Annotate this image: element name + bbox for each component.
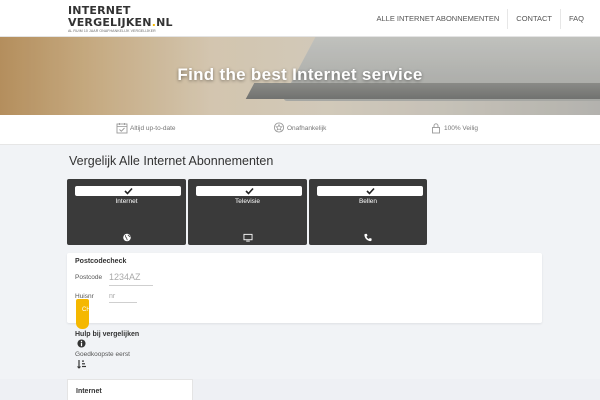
service-label: Internet	[115, 198, 138, 205]
award-star-icon	[273, 122, 285, 133]
feature-onafhankelijk: Onafhankelijk	[273, 122, 326, 134]
calendar-check-icon	[116, 123, 128, 134]
postcode-label: Postcode	[75, 274, 103, 281]
feature-label: 100% Veilig	[444, 124, 478, 132]
tv-icon	[243, 233, 252, 242]
results-filter-box: Internet	[67, 379, 193, 400]
service-label: Televisie	[235, 198, 260, 205]
check-button-label: CHECK	[82, 307, 104, 313]
sort-ascending-icon[interactable]	[77, 359, 87, 369]
lock-icon	[432, 123, 440, 134]
phone-icon	[364, 233, 372, 242]
checkmark-icon	[123, 187, 133, 195]
results-filter-title: Internet	[76, 388, 102, 395]
feature-veilig: 100% Veilig	[430, 122, 478, 134]
service-checkbox[interactable]	[196, 186, 302, 196]
nav-item-alle-abonnementen[interactable]: ALLE INTERNET ABONNEMENTEN	[368, 9, 507, 29]
globe-icon	[122, 233, 131, 242]
logo-tagline: AL RUIM 10 JAAR ONAFHANKELIJK VERGELIJKE…	[68, 29, 156, 33]
help-title: Hulp bij vergelijken	[75, 331, 140, 338]
postcode-check-panel: Postcodecheck Postcode Huisnr CHECK	[67, 253, 542, 329]
main-nav: ALLE INTERNET ABONNEMENTEN CONTACT FAQ	[368, 0, 600, 37]
feature-label: Onafhankelijk	[287, 124, 327, 132]
logo-line-2: VERGELIJKEN.NL	[68, 16, 173, 29]
hero-title: Find the best Internet service	[177, 65, 423, 84]
postcode-title: Postcodecheck	[75, 258, 127, 265]
postcode-input[interactable]	[109, 269, 153, 286]
nav-item-contact[interactable]: CONTACT	[507, 8, 560, 29]
service-card-televisie[interactable]: Televisie	[188, 179, 307, 245]
feature-bar: Altijd up-to-date Onafhankelijk 100% Vei…	[0, 115, 600, 145]
nav-item-faq[interactable]: FAQ	[559, 8, 600, 29]
service-card-bellen[interactable]: Bellen	[309, 179, 427, 245]
sort-label: Goedkoopste eerst	[75, 351, 130, 358]
huisnr-input[interactable]	[109, 290, 137, 303]
feature-label: Altijd up-to-date	[130, 124, 176, 132]
checkmark-icon	[365, 187, 375, 195]
checkmark-icon	[244, 187, 254, 195]
service-checkbox[interactable]	[317, 186, 423, 196]
service-checkbox[interactable]	[75, 186, 181, 196]
check-button[interactable]: CHECK	[76, 299, 103, 329]
section-title: Vergelijk Alle Internet Abonnementen	[69, 154, 274, 168]
hero-banner: Find the best Internet service	[0, 37, 600, 115]
site-header: INTERNET VERGELIJKEN.NL AL RUIM 10 JAAR …	[0, 0, 600, 37]
service-label: Bellen	[358, 198, 378, 205]
logo-line-1: INTERNET	[68, 4, 131, 17]
site-logo[interactable]: INTERNET VERGELIJKEN.NL AL RUIM 10 JAAR …	[68, 5, 173, 34]
info-icon[interactable]	[77, 339, 86, 348]
feature-up-to-date: Altijd up-to-date	[116, 122, 176, 134]
service-card-internet[interactable]: Internet	[67, 179, 186, 245]
